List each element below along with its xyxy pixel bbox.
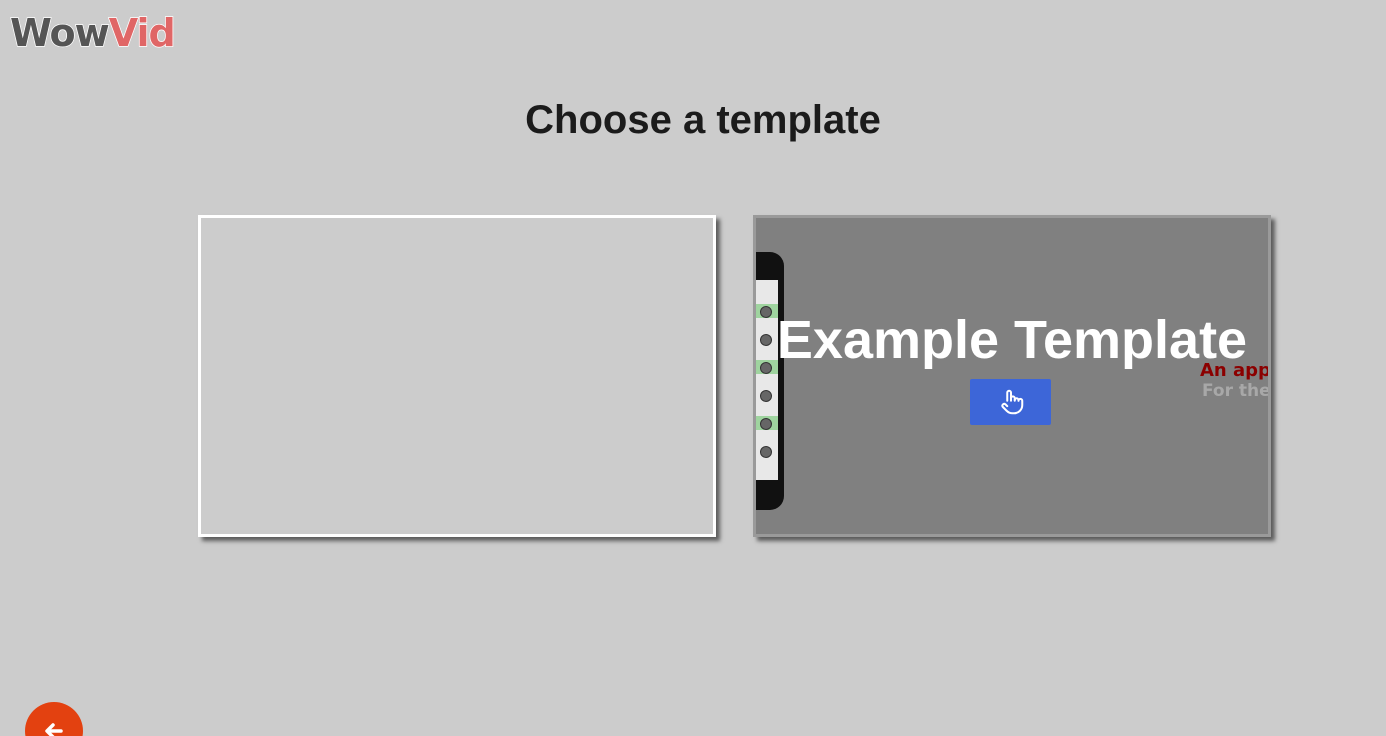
wowvid-logo[interactable]: WowVid	[9, 11, 176, 55]
blank-template-card[interactable]	[198, 215, 716, 537]
page: WowVid Choose a template An app For the …	[0, 0, 1386, 736]
logo-vid-text: Vid	[108, 11, 176, 55]
back-button[interactable]	[25, 702, 83, 736]
pointing-hand-icon	[1000, 389, 1023, 415]
phone-preview-image	[756, 252, 784, 510]
template-name: Example Template	[776, 310, 1248, 370]
example-template-card[interactable]: An app For the Example Template	[753, 215, 1271, 537]
preview-subline: For the	[1202, 381, 1271, 401]
phone-list-row	[756, 416, 778, 430]
phone-list-row	[756, 444, 778, 458]
logo-wow-text: Wow	[9, 11, 110, 55]
page-title: Choose a template	[525, 98, 881, 142]
arrow-left-icon	[45, 723, 63, 736]
phone-list-row	[756, 388, 778, 402]
select-template-button[interactable]	[970, 379, 1051, 425]
